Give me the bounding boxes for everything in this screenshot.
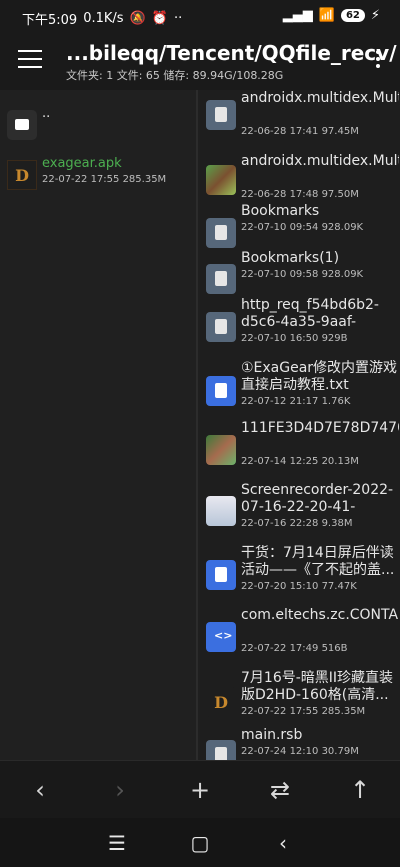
back-icon[interactable]: ‹ [25,775,55,805]
more-options-icon[interactable] [374,50,382,70]
generic-icon [206,312,236,342]
generic-icon [206,100,236,130]
file-name: 干货：7月14日屏后伴读活动——《了不起的盖... [241,545,395,578]
bottom-toolbar: ‹ › + ⇄ ↑ [0,760,400,818]
file-meta: 22-07-22 17:55 285.35M [42,174,167,185]
file-name: exagear.apk [42,156,122,171]
list-item[interactable]: 干货：7月14日屏后伴读活动——《了不起的盖... 22-07-20 15:10 … [200,545,400,607]
mute-icon: 🔕 [129,11,146,26]
home-icon[interactable]: ▢ [185,828,215,858]
generic-icon [206,740,236,760]
list-item[interactable]: main.rsb 22-07-24 12:10 30.79M [200,727,400,760]
file-meta: 22-07-10 09:54 928.09K [241,222,364,233]
diablo-icon: D [206,687,236,717]
file-name: Bookmarks [241,203,320,219]
signal-icon: ▂▄▆ [282,8,313,23]
file-meta: 22-06-28 17:41 97.45M [241,126,359,137]
file-meta: 22-07-12 21:17 1.76K [241,396,351,407]
folder-info: 文件夹: 1 文件: 65 储存: 89.94G/108.28G [66,69,284,82]
document-icon [206,376,236,406]
wifi-icon: 📶 [318,8,335,23]
file-meta: 22-07-22 17:49 516B [241,643,348,654]
list-item[interactable]: com.eltechs.zc.CONTAINER_CONFIG_1.xml 22-… [200,607,400,670]
file-name: com.eltechs.zc.CONTAINER_CONFIG_1.xml [241,607,399,623]
file-name: Bookmarks(1) [241,250,340,266]
file-name: main.rsb [241,727,303,743]
more-dots-icon: ·· [173,11,183,26]
file-meta: 22-07-10 09:58 928.09K [241,269,364,280]
file-name: 7月16号-暗黑II珍藏直装版D2HD-160格(高清... [241,670,394,703]
diablo-app-icon: D [7,160,37,190]
file-meta: 22-07-20 15:10 77.47K [241,581,357,592]
list-item[interactable]: D 7月16号-暗黑II珍藏直装版D2HD-160格(高清... 22-07-22 … [200,670,400,727]
alarm-icon: ⏰ [151,11,168,26]
xml-icon [206,622,236,652]
file-meta: 22-07-24 12:10 30.79M [241,746,359,757]
generic-icon [206,264,236,294]
file-name: androidx.multidex.MultiDexApplication.ap… [241,90,399,106]
list-item-exagear[interactable]: D exagear.apk 22-07-22 17:55 285.35M [0,150,196,202]
network-speed: 0.1K/s [83,11,124,26]
list-item[interactable]: Screenrecorder-2022-07-16-22-20-41-818.m… [200,482,400,545]
file-name: Screenrecorder-2022-07-16-22-20-41-818.m… [241,482,394,515]
charging-icon: ⚡ [370,8,380,23]
forward-icon[interactable]: › [105,775,135,805]
file-name: http_req_f54bd6b2-d5c6-4a35-9aaf-6e92958… [241,297,379,330]
generic-icon [206,218,236,248]
screenshot-thumbnail-icon [206,496,236,526]
system-back-icon[interactable]: ‹ [268,828,298,858]
swap-panes-icon[interactable]: ⇄ [265,775,295,805]
system-navigation-bar: ☰ ▢ ‹ [0,818,400,867]
list-item[interactable]: 111FE3D4D7E78D7470C1164ED9FBA5E8.mp4 22-0… [200,420,400,482]
file-meta: 22-07-22 17:55 285.35M [241,706,366,717]
parent-directory-label: .. [42,106,51,121]
list-item[interactable]: Bookmarks(1) 22-07-10 09:58 928.09K [200,250,400,297]
add-icon[interactable]: + [185,775,215,805]
file-meta: 22-07-10 16:50 929B [241,333,348,344]
list-item[interactable]: ①ExaGear修改内置游戏直接启动教程.txt 22-07-12 21:17 1… [200,360,400,420]
file-name: androidx.multidex.MultiDexApplication.ap… [241,153,399,169]
clock: 下午5:09 [22,13,78,28]
file-meta: 22-07-16 22:28 9.38M [241,518,353,529]
parent-folder-icon[interactable]: ↑ [345,775,375,805]
list-item[interactable]: androidx.multidex.MultiDexApplication.ap… [200,90,400,153]
document-icon [206,560,236,590]
list-item[interactable]: http_req_f54bd6b2-d5c6-4a35-9aaf-6e92958… [200,297,400,360]
recents-icon[interactable]: ☰ [102,828,132,858]
status-bar: 下午5:09 0.1K/s 🔕 ⏰ ·· ▂▄▆ 📶 62 ⚡ [0,0,400,34]
parent-directory-row[interactable]: .. [0,100,196,150]
file-name: ①ExaGear修改内置游戏直接启动教程.txt [241,360,398,393]
right-file-pane: androidx.multidex.MultiDexApplication.ap… [200,90,400,760]
app-header: ...bileqq/Tencent/QQfile_recv/ 文件夹: 1 文件… [0,34,400,90]
file-meta: 22-07-14 12:25 20.13M [241,456,359,467]
hamburger-menu-icon[interactable] [18,50,42,70]
battery-badge: 62 [340,9,365,22]
current-path: ...bileqq/Tencent/QQfile_recv/ [66,41,397,65]
list-item[interactable]: androidx.multidex.MultiDexApplication.ap… [200,153,400,203]
file-name: 111FE3D4D7E78D7470C1164ED9FBA5E8.mp4 [241,420,399,436]
game-thumbnail-icon [206,435,236,465]
plants-vs-zombies-icon [206,165,236,195]
folder-icon [7,110,37,140]
left-file-pane: .. D exagear.apk 22-07-22 17:55 285.35M [0,90,198,760]
list-item[interactable]: Bookmarks 22-07-10 09:54 928.09K [200,203,400,250]
file-meta: 22-06-28 17:48 97.50M [241,189,359,200]
